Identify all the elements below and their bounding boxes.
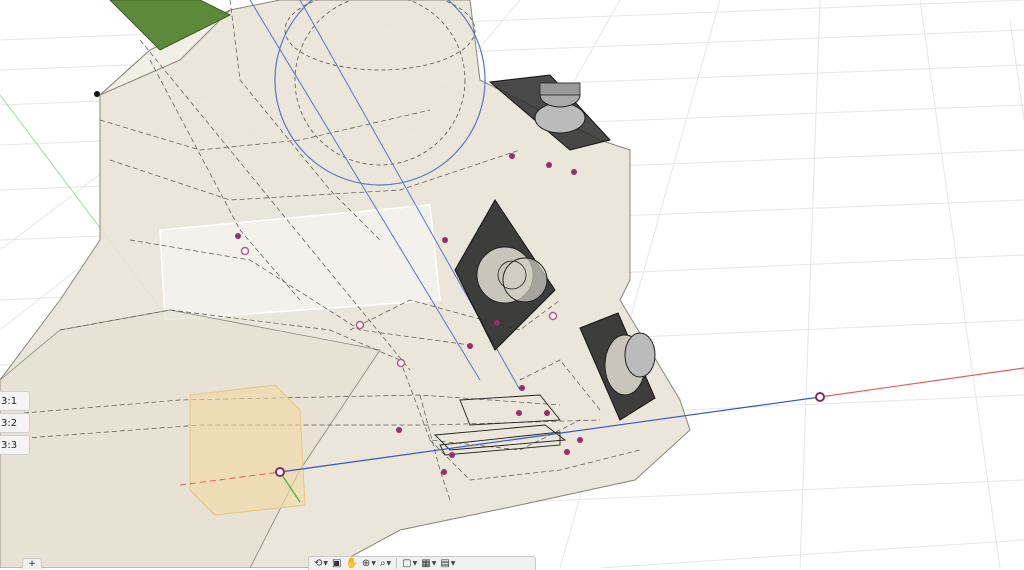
look-at-icon[interactable]: ▣ [331,558,342,570]
model-body[interactable] [0,0,691,568]
toolbar-divider [396,558,398,569]
orbit-icon[interactable]: ⟲ ▼ [313,558,329,570]
pan-icon[interactable]: ✋ [344,558,358,570]
3d-viewport[interactable]: 3:1 3:2 3:3 + ⟲ ▼ ▣ ✋ ⊕ ▼ ⌕ ▼ ▢ ▼ ▦ ▼ ▤ ▼ [0,0,1024,570]
viewports-icon[interactable]: ▤ ▼ [439,558,456,570]
x-axis-line [819,367,1024,398]
origin-box[interactable] [189,384,306,516]
grid-settings-icon[interactable]: ▦ ▼ [420,558,437,570]
comments-add-button[interactable]: + [22,558,42,569]
model-canvas[interactable] [0,0,1024,568]
zoom-icon[interactable]: ⊕ ▼ [361,558,377,570]
fit-icon[interactable]: ⌕ ▼ [379,558,392,570]
sketch-profile-tag[interactable]: 3:3 [0,435,30,455]
sketch-profile-list: 3:1 3:2 3:3 [0,391,30,457]
corner-vertex[interactable] [94,91,100,97]
origin-point[interactable] [275,467,285,477]
sketch-profile-tag[interactable]: 3:1 [0,391,30,411]
display-settings-icon[interactable]: ▢ ▼ [401,558,418,570]
x-axis-endpoint[interactable] [815,392,825,402]
sketch-profile-tag[interactable]: 3:2 [0,413,30,433]
